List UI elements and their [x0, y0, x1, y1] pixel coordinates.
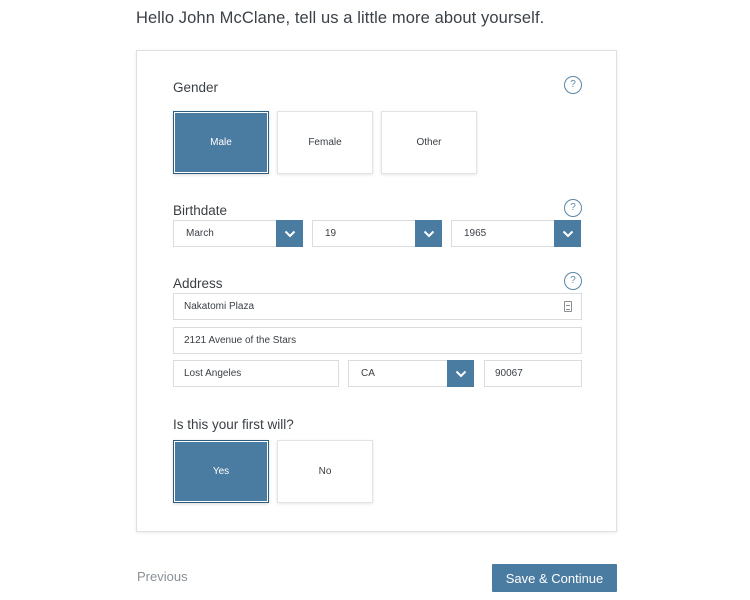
previous-button[interactable]: Previous	[137, 569, 188, 584]
gender-option-male-label: Male	[210, 137, 232, 148]
birth-day-value: 19	[325, 228, 337, 239]
zip-value: 90067	[495, 368, 523, 379]
city-field[interactable]: Lost Angeles	[173, 360, 339, 387]
first-will-option-yes[interactable]: Yes	[173, 440, 269, 503]
gender-option-other-label: Other	[416, 137, 442, 148]
gender-option-male[interactable]: Male	[173, 111, 269, 174]
birth-month-value: March	[186, 228, 214, 239]
chevron-down-icon	[447, 360, 474, 387]
first-will-option-no[interactable]: No	[277, 440, 373, 503]
first-will-option-no-label: No	[318, 466, 332, 477]
birthdate-title: Birthdate	[173, 203, 228, 218]
gender-help-icon[interactable]: ?	[564, 76, 582, 94]
chevron-down-icon	[276, 220, 303, 247]
profile-form-card: Gender ? Male Female Other Birthdate ? M…	[136, 50, 617, 532]
city-value: Lost Angeles	[184, 368, 242, 379]
birth-year-value: 1965	[464, 228, 487, 239]
address-line2-value: 2121 Avenue of the Stars	[184, 335, 297, 346]
first-will-option-yes-label: Yes	[212, 466, 230, 477]
state-value: CA	[361, 368, 375, 379]
page-greeting: Hello John McClane, tell us a little mor…	[136, 9, 545, 27]
birth-month-select[interactable]: March	[173, 220, 303, 247]
chevron-down-icon	[415, 220, 442, 247]
gender-title: Gender	[173, 80, 219, 95]
contact-card-icon	[564, 301, 572, 312]
first-will-title: Is this your first will?	[173, 417, 294, 432]
gender-option-other[interactable]: Other	[381, 111, 477, 174]
address-line2-field[interactable]: 2121 Avenue of the Stars	[173, 327, 582, 354]
address-line1-value: Nakatomi Plaza	[184, 301, 255, 312]
birth-day-select[interactable]: 19	[312, 220, 442, 247]
birth-year-select[interactable]: 1965	[451, 220, 581, 247]
address-help-icon[interactable]: ?	[564, 272, 582, 290]
birthdate-help-icon[interactable]: ?	[564, 199, 582, 217]
save-continue-button[interactable]: Save & Continue	[492, 564, 617, 592]
gender-option-female-label: Female	[308, 137, 342, 148]
address-title: Address	[173, 276, 223, 291]
state-select[interactable]: CA	[348, 360, 474, 387]
gender-option-female[interactable]: Female	[277, 111, 373, 174]
zip-field[interactable]: 90067	[484, 360, 582, 387]
address-line1-field[interactable]: Nakatomi Plaza	[173, 293, 582, 320]
chevron-down-icon	[554, 220, 581, 247]
